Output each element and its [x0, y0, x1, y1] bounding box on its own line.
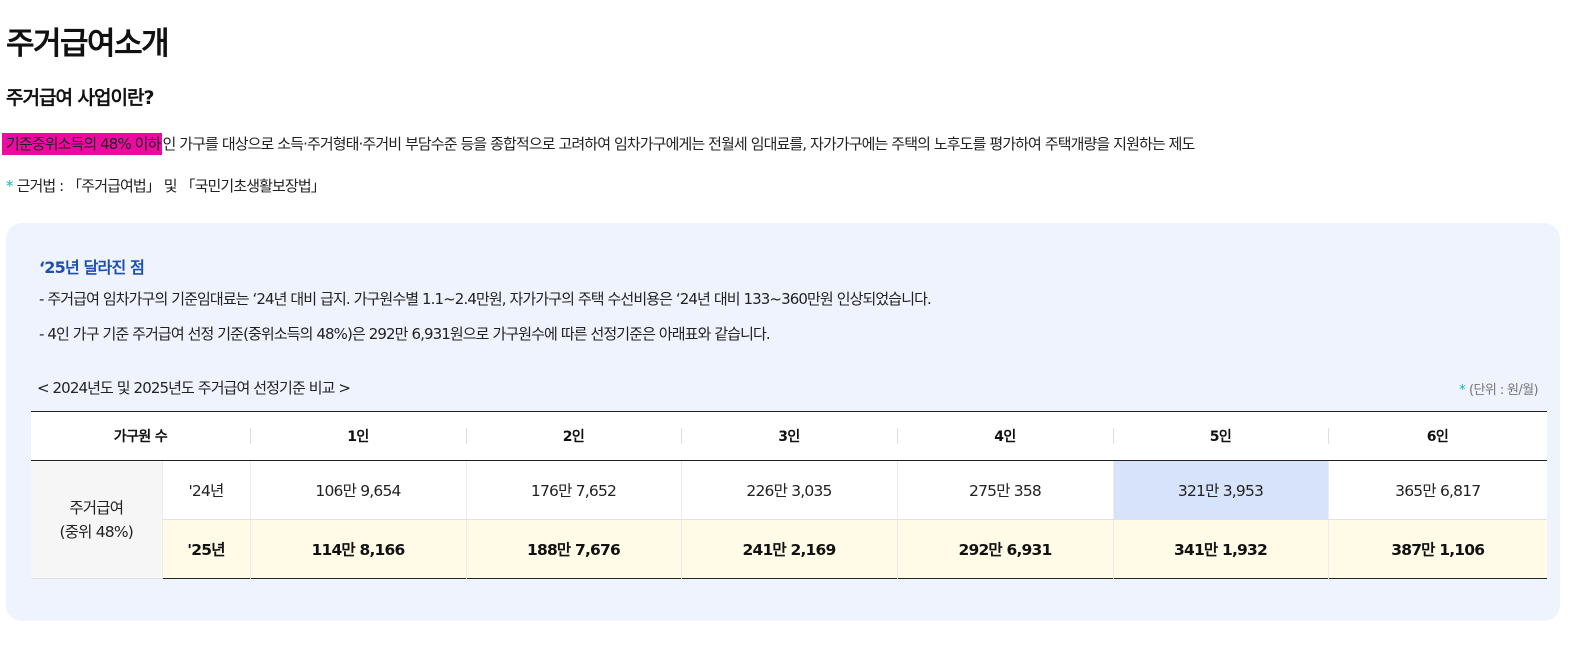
intro-rest: 인 가구를 대상으로 소득·주거형태·주거비 부담수준 등을 종합적으로 고려하…	[162, 135, 1195, 153]
legal-basis: * 근거법 : 「주거급여법」 및 「국민기초생활보장법」	[6, 175, 326, 196]
header-6-person: 6인	[1328, 411, 1547, 461]
header-4-person: 4인	[897, 411, 1113, 461]
header-2-person: 2인	[466, 411, 681, 461]
year-cell-2025: '25년	[161, 519, 250, 579]
table-cell: 275만 358	[896, 460, 1113, 520]
table-cell: 341만 1,932	[1112, 519, 1328, 579]
unit-text: (단위 : 원/월)	[1468, 383, 1539, 398]
table-cell-highlighted: 321만 3,953	[1112, 460, 1328, 520]
change-item-2: - 4인 가구 기준 주거급여 선정 기준(중위소득의 48%)은 292만 6…	[39, 325, 771, 343]
changes-title: ‘25년 달라진 점	[39, 258, 145, 277]
legal-basis-text: 근거법 : 「주거급여법」 및 「국민기초생활보장법」	[16, 177, 326, 195]
changes-box: ‘25년 달라진 점 - 주거급여 임차가구의 기준임대료는 ‘24년 대비 급…	[6, 223, 1560, 621]
unit-note: * (단위 : 원/월)	[1459, 379, 1539, 398]
table-cell: 365만 6,817	[1327, 460, 1547, 520]
table-cell: 188만 7,676	[465, 519, 681, 579]
row-group-label: 주거급여 (중위 48%)	[31, 460, 162, 579]
table-row-2024: 주거급여 (중위 48%) '24년 106만 9,654 176만 7,652…	[31, 460, 1547, 579]
table-cell: 226만 3,035	[680, 460, 897, 520]
table-cell: 241만 2,169	[680, 519, 897, 579]
header-1-person: 1인	[250, 411, 466, 461]
criteria-table: 가구원 수 1인 2인 3인 4인 5인 6인 주거급여 (중위 48%) '2…	[31, 411, 1547, 579]
table-cell: 387만 1,106	[1327, 519, 1547, 579]
table-cell: 114만 8,166	[249, 519, 466, 579]
intro-highlight: 기준중위소득의 48% 이하	[2, 133, 163, 155]
asterisk-icon: *	[1459, 383, 1465, 398]
table-cell: 106만 9,654	[249, 460, 466, 520]
row-label-line2: (중위 48%)	[59, 522, 134, 541]
year-cell-2024: '24년	[161, 460, 250, 520]
asterisk-icon: *	[6, 177, 13, 195]
intro-text: 기준중위소득의 48% 이하 인 가구를 대상으로 소득·주거형태·주거비 부담수…	[2, 131, 1195, 157]
table-caption: < 2024년도 및 2025년도 주거급여 선정기준 비교 >	[37, 379, 351, 397]
table-row-2025: '25년 114만 8,166 188만 7,676 241만 2,169 29…	[31, 519, 1547, 579]
table-header-row: 가구원 수 1인 2인 3인 4인 5인 6인	[31, 411, 1547, 461]
header-5-person: 5인	[1113, 411, 1328, 461]
section-title: 주거급여 사업이란?	[6, 87, 154, 109]
change-item-1: - 주거급여 임차가구의 기준임대료는 ‘24년 대비 급지. 가구원수별 1.…	[39, 290, 932, 308]
header-3-person: 3인	[681, 411, 897, 461]
header-household-size: 가구원 수	[31, 411, 250, 461]
row-label-line1: 주거급여	[69, 498, 124, 517]
table-cell: 176만 7,652	[465, 460, 681, 520]
table-cell: 292만 6,931	[896, 519, 1113, 579]
page-title: 주거급여소개	[6, 26, 170, 62]
